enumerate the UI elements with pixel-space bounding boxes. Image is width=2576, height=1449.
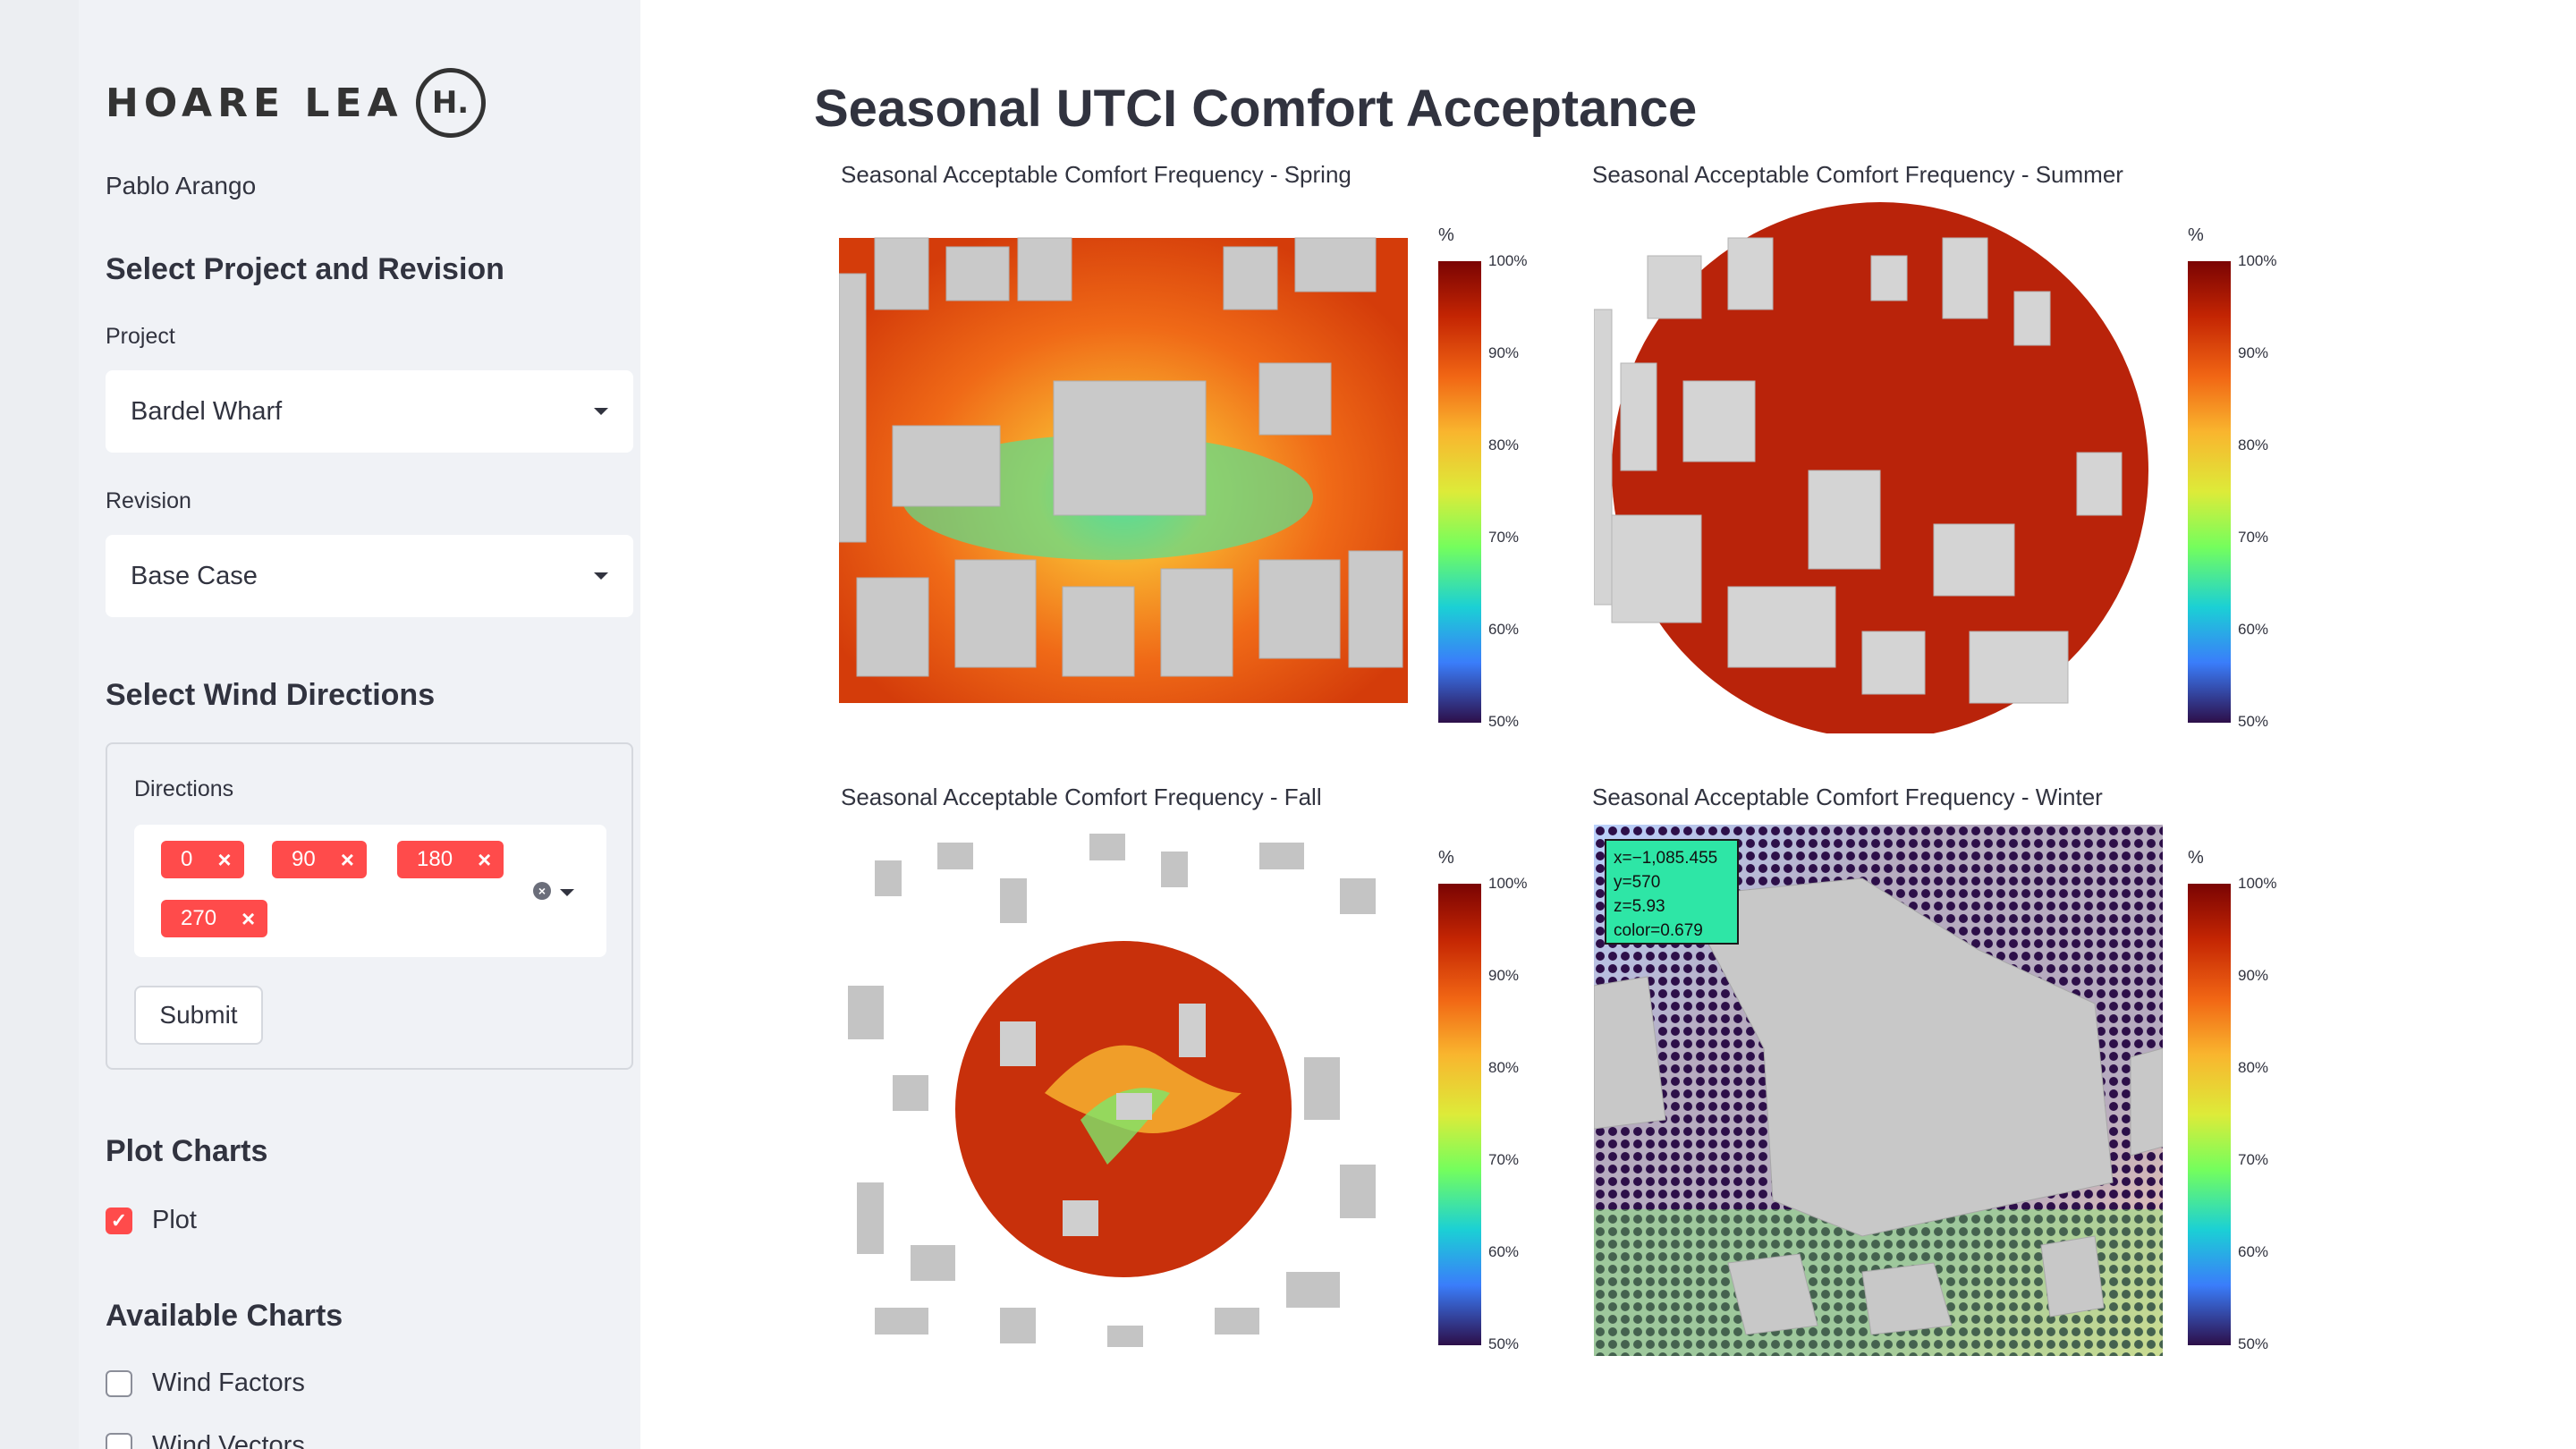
revision-select-value: Base Case — [131, 561, 258, 590]
colorbar — [2188, 261, 2231, 723]
section-title-plot: Plot Charts — [106, 1134, 268, 1168]
colorbar-tick: 90% — [1488, 344, 1520, 361]
colorbar-unit: % — [1438, 225, 1454, 245]
project-label: Project — [106, 324, 175, 349]
colorbar-tick: 50% — [1488, 1335, 1520, 1352]
colorbar-tick: 100% — [1488, 875, 1528, 892]
spring-plot[interactable] — [839, 202, 1408, 733]
logo-text: HOARE LEA — [106, 80, 403, 126]
colorbar-tick: 100% — [1488, 252, 1528, 269]
hoare-lea-logo: HOARE LEA H. — [106, 63, 486, 143]
wind-vectors-label[interactable]: Wind Vectors — [152, 1431, 305, 1449]
spring-plot-graphic — [839, 237, 1408, 703]
colorbar-tick: 80% — [1488, 1059, 1520, 1076]
direction-tag[interactable]: 270 × — [161, 900, 268, 937]
colorbar — [1438, 261, 1481, 723]
directions-label: Directions — [134, 776, 234, 801]
logo-mark-icon: H. — [415, 68, 486, 138]
direction-tag[interactable]: 0 × — [161, 841, 244, 878]
colorbar-tick: 50% — [2238, 713, 2269, 730]
close-icon[interactable]: × — [242, 905, 255, 933]
colorbar-tick: 80% — [1488, 436, 1520, 453]
panel-title-spring: Seasonal Acceptable Comfort Frequency - … — [841, 161, 1352, 188]
section-title-available: Available Charts — [106, 1299, 343, 1333]
revision-select[interactable]: Base Case — [106, 535, 633, 617]
colorbar-unit: % — [2188, 225, 2204, 245]
submit-button[interactable]: Submit — [134, 986, 263, 1045]
colorbar-tick: 70% — [2238, 1151, 2269, 1168]
direction-tag[interactable]: 90 × — [272, 841, 367, 878]
clear-all-icon[interactable]: × — [533, 882, 551, 900]
sidebar: HOARE LEA H. Pablo Arango Select Project… — [79, 0, 640, 1449]
colorbar — [2188, 884, 2231, 1345]
colorbar-unit: % — [1438, 848, 1454, 868]
summer-plot-graphic — [1594, 202, 2148, 733]
colorbar-tick: 100% — [2238, 252, 2277, 269]
direction-tag[interactable]: 180 × — [397, 841, 504, 878]
colorbar-tick: 60% — [1488, 621, 1520, 638]
hover-tooltip: x=−1,085.455 y=570 z=5.93 color=0.679 — [1605, 839, 1739, 945]
left-gutter — [0, 0, 79, 1449]
section-title-wind: Select Wind Directions — [106, 678, 436, 712]
chevron-down-icon — [594, 408, 608, 415]
project-select-value: Bardel Wharf — [131, 396, 283, 426]
plot-checkbox[interactable]: ✓ — [106, 1208, 132, 1234]
revision-label: Revision — [106, 488, 191, 513]
project-select[interactable]: Bardel Wharf — [106, 370, 633, 453]
chevron-down-icon — [594, 572, 608, 580]
panel-title-fall: Seasonal Acceptable Comfort Frequency - … — [841, 784, 1322, 810]
colorbar-tick: 50% — [2238, 1335, 2269, 1352]
chevron-down-icon[interactable] — [560, 889, 574, 896]
colorbar-tick: 70% — [1488, 1151, 1520, 1168]
colorbar-tick: 60% — [1488, 1243, 1520, 1260]
colorbar-tick: 80% — [2238, 1059, 2269, 1076]
directions-form: Directions 0 × 90 × 180 × 270 × × Submit — [106, 742, 633, 1070]
user-name: Pablo Arango — [106, 172, 257, 199]
colorbar-tick: 80% — [2238, 436, 2269, 453]
close-icon[interactable]: × — [478, 846, 491, 874]
colorbar-tick: 60% — [2238, 1243, 2269, 1260]
close-icon[interactable]: × — [217, 846, 231, 874]
colorbar-unit: % — [2188, 848, 2204, 868]
directions-multiselect[interactable]: 0 × 90 × 180 × 270 × × — [134, 825, 606, 957]
section-title-project: Select Project and Revision — [106, 252, 504, 286]
close-icon[interactable]: × — [341, 846, 354, 874]
panel-title-winter: Seasonal Acceptable Comfort Frequency - … — [1592, 784, 2103, 810]
colorbar-tick: 90% — [1488, 967, 1520, 984]
colorbar-tick: 70% — [2238, 529, 2269, 546]
panel-title-summer: Seasonal Acceptable Comfort Frequency - … — [1592, 161, 2123, 188]
wind-vectors-checkbox[interactable] — [106, 1433, 132, 1449]
colorbar — [1438, 884, 1481, 1345]
colorbar-tick: 50% — [1488, 713, 1520, 730]
wind-factors-checkbox[interactable] — [106, 1370, 132, 1397]
plot-checkbox-label[interactable]: Plot — [152, 1206, 197, 1235]
fall-plot[interactable] — [839, 825, 1408, 1356]
colorbar-tick: 100% — [2238, 875, 2277, 892]
colorbar-tick: 70% — [1488, 529, 1520, 546]
page-title: Seasonal UTCI Comfort Acceptance — [814, 80, 1698, 138]
wind-factors-label[interactable]: Wind Factors — [152, 1368, 305, 1398]
fall-plot-graphic — [848, 834, 1376, 1347]
colorbar-tick: 90% — [2238, 967, 2269, 984]
summer-plot[interactable] — [1594, 202, 2163, 733]
colorbar-tick: 60% — [2238, 621, 2269, 638]
colorbar-tick: 90% — [2238, 344, 2269, 361]
